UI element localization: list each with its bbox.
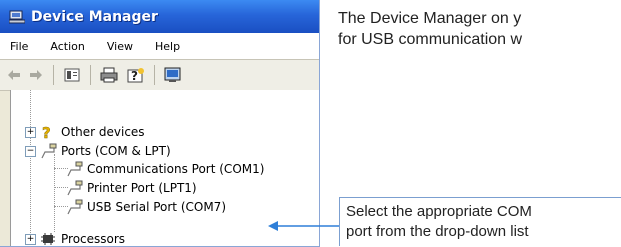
tree-item-com7[interactable]: USB Serial Port (COM7) [65,198,226,216]
svg-text:?: ? [42,124,51,140]
port-icon [67,161,83,177]
help-icon[interactable]: ? [126,66,146,84]
print-icon[interactable] [99,66,119,84]
tree-item-ports[interactable]: Ports (COM & LPT) [39,142,171,160]
callout-line: Select the appropriate COM [346,203,532,220]
description-text: The Device Manager on y for USB communic… [338,8,621,50]
menu-bar: File Action View Help [0,33,319,60]
back-arrow-icon[interactable] [6,66,22,84]
toolbar-separator [90,65,91,85]
forward-arrow-icon[interactable] [28,66,44,84]
unknown-device-icon: ? [42,124,51,140]
tree-item-label: Communications Port (COM1) [87,162,265,176]
callout-arrow-icon [268,221,340,231]
tree-connector [54,154,55,232]
tree-item-other-devices[interactable]: ? Other devices [39,123,145,141]
tree-connector [30,90,31,237]
callout-line: port from the drop-down list [346,223,529,240]
tree-item-com1[interactable]: Communications Port (COM1) [65,160,264,178]
tree-item-label: USB Serial Port (COM7) [87,200,226,214]
window-title: Device Manager [31,8,158,25]
toolbar: ? [0,60,319,91]
description-line: The Device Manager on y [338,10,522,27]
port-icon [67,199,83,215]
processor-icon [41,233,55,245]
menu-file[interactable]: File [10,40,28,53]
port-icon [41,143,57,159]
device-manager-icon [9,10,25,23]
tree-item-label: Printer Port (LPT1) [87,181,197,195]
scan-hardware-icon[interactable] [163,66,183,84]
description-line: for USB communication w [338,31,523,48]
menu-view[interactable]: View [107,40,133,53]
device-manager-window: Device Manager File Action View Help ? +… [0,0,320,247]
menu-action[interactable]: Action [50,40,84,53]
expand-processors-button[interactable]: + [25,234,36,245]
port-icon [67,180,83,196]
toolbar-separator [154,65,155,85]
collapse-ports-button[interactable]: − [25,146,36,157]
tree-item-label: Ports (COM & LPT) [61,144,171,158]
menu-help[interactable]: Help [155,40,180,53]
tree-item-processors[interactable]: Processors [39,230,126,246]
properties-icon[interactable] [63,66,81,84]
tree-item-lpt1[interactable]: Printer Port (LPT1) [65,179,197,197]
callout-box: Select the appropriate COM port from the… [339,197,621,246]
tree-item-label: Other devices [61,125,145,139]
title-bar[interactable]: Device Manager [0,0,319,33]
expand-other-devices-button[interactable]: + [25,127,36,138]
tree-item-label: Processors [61,232,126,246]
svg-text:?: ? [131,69,138,83]
toolbar-separator [53,65,54,85]
